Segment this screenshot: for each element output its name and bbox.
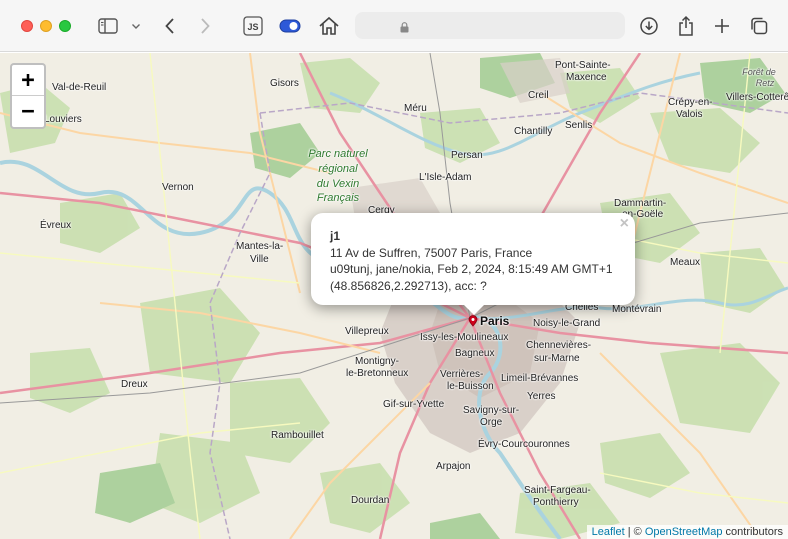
map-label-chantilly: Chantilly [514,126,553,137]
map-label-villers: Villers-Cotterêts [726,92,788,103]
back-icon[interactable] [160,12,180,40]
map-label-montevrain: Montévrain [612,304,662,315]
location-marker[interactable] [468,314,478,332]
map-label-mantes: Mantes-la- [236,241,284,252]
close-window-button[interactable] [21,20,33,32]
map-label-issy: Issy-les-Moulineaux [420,332,509,343]
map-label-villepreux: Villepreux [345,326,389,337]
map-label-verrieres: Verrières- [440,369,484,380]
map-attribution: Leaflet | © OpenStreetMap contributors [586,525,788,539]
map-label-gisors: Gisors [270,78,299,89]
marker-popup: × j1 11 Av de Suffren, 75007 Paris, Fran… [311,213,635,315]
map-label-montigny: Montigny- [355,356,399,367]
toggle-icon[interactable] [278,12,302,40]
map-label-paris: Paris [480,314,510,328]
map-label-yerres: Yerres [527,391,556,402]
minimize-window-button[interactable] [40,20,52,32]
map-label-crepy-2: Valois [676,109,703,120]
map-label-persan: Persan [451,150,483,161]
download-icon[interactable] [638,12,660,40]
map-label-park-1: Parc naturel [308,148,368,160]
lock-icon [400,20,409,38]
tabs-icon[interactable] [748,12,770,40]
map-label-dreux: Dreux [121,379,148,390]
map-label-louviers: Louviers [44,114,82,125]
map-label-crepy: Crépy-en- [668,97,713,108]
map-label-lisle-adam: L'Isle-Adam [419,172,472,183]
map-label-limeil: Limeil-Brévannes [501,373,579,384]
js-icon[interactable]: JS [242,12,264,40]
map-label-savigny: Savigny-sur- [463,405,520,416]
map-label-saint-fargeau: Saint-Fargeau- [524,485,591,496]
popup-close-button[interactable]: × [620,215,629,233]
zoom-out-button[interactable]: − [12,96,44,127]
map-label-mantes-2: Ville [250,254,269,265]
map-label-park-3: du Vexin [316,178,360,190]
sidebar-icon[interactable] [96,12,120,40]
map-label-chennevieres-2: sur-Marne [534,353,580,364]
map-label-chennevieres: Chennevières- [526,340,592,351]
popup-details: u09tunj, jane/nokia, Feb 2, 2024, 8:15:4… [330,262,613,276]
leaflet-link[interactable]: Leaflet [592,526,625,538]
zoom-in-button[interactable]: + [12,65,44,96]
map-label-sainte-maxence: Pont-Sainte- [555,60,611,71]
attribution-suffix: contributors [722,526,783,538]
map-label-rambouillet: Rambouillet [271,430,324,441]
map-label-meaux: Meaux [670,257,701,268]
zoom-control: + − [10,63,46,129]
map-label-senlis: Senlis [565,120,593,131]
map-label-park-4: Français [316,192,360,204]
osm-link[interactable]: OpenStreetMap [645,526,723,538]
map-label-sainte-maxence-2: Maxence [566,72,607,83]
map-label-val-de-reuil: Val-de-Reuil [52,82,107,93]
attribution-separator: | © [624,526,645,538]
map-label-evry: Évry-Courcouronnes [478,439,570,450]
browser-toolbar: JS [0,0,788,52]
map-label-montigny-2: le-Bretonneux [346,368,409,379]
home-icon[interactable] [317,12,341,40]
popup-title: j1 [330,229,341,243]
forward-icon[interactable] [195,12,215,40]
popup-coordinates: (48.856826,2.292713), acc: ? [330,278,487,293]
map-label-bagneux: Bagneux [455,348,495,359]
popup-address: 11 Av de Suffren, 75007 Paris, France [330,245,533,260]
map-label-evreux: Évreux [40,220,72,231]
map-label-saint-fargeau-2: Ponthierry [533,497,579,508]
map-label-savigny-2: Orge [480,417,503,428]
zoom-window-button[interactable] [59,20,71,32]
map-label-vernon: Vernon [162,182,194,193]
map-label-foret-retz-2: Retz [755,78,775,88]
map-label-dourdan: Dourdan [351,495,390,506]
popup-tip [463,304,485,315]
map-label-noisy: Noisy-le-Grand [533,318,601,329]
map-label-creil: Creil [528,90,549,101]
map-label-verrieres-2: le-Buisson [447,381,494,392]
map-label-park-2: régional [318,163,358,175]
map-label-meru: Méru [404,103,427,114]
share-icon[interactable] [675,12,697,40]
map-label-foret-retz: Forêt de [742,67,776,77]
map-label-arpajon: Arpajon [436,461,471,472]
address-bar[interactable] [355,12,625,39]
chevron-down-icon[interactable] [129,12,143,40]
map-label-gif: Gif-sur-Yvette [383,399,445,410]
js-label: JS [247,22,258,32]
new-tab-icon[interactable] [712,12,732,40]
